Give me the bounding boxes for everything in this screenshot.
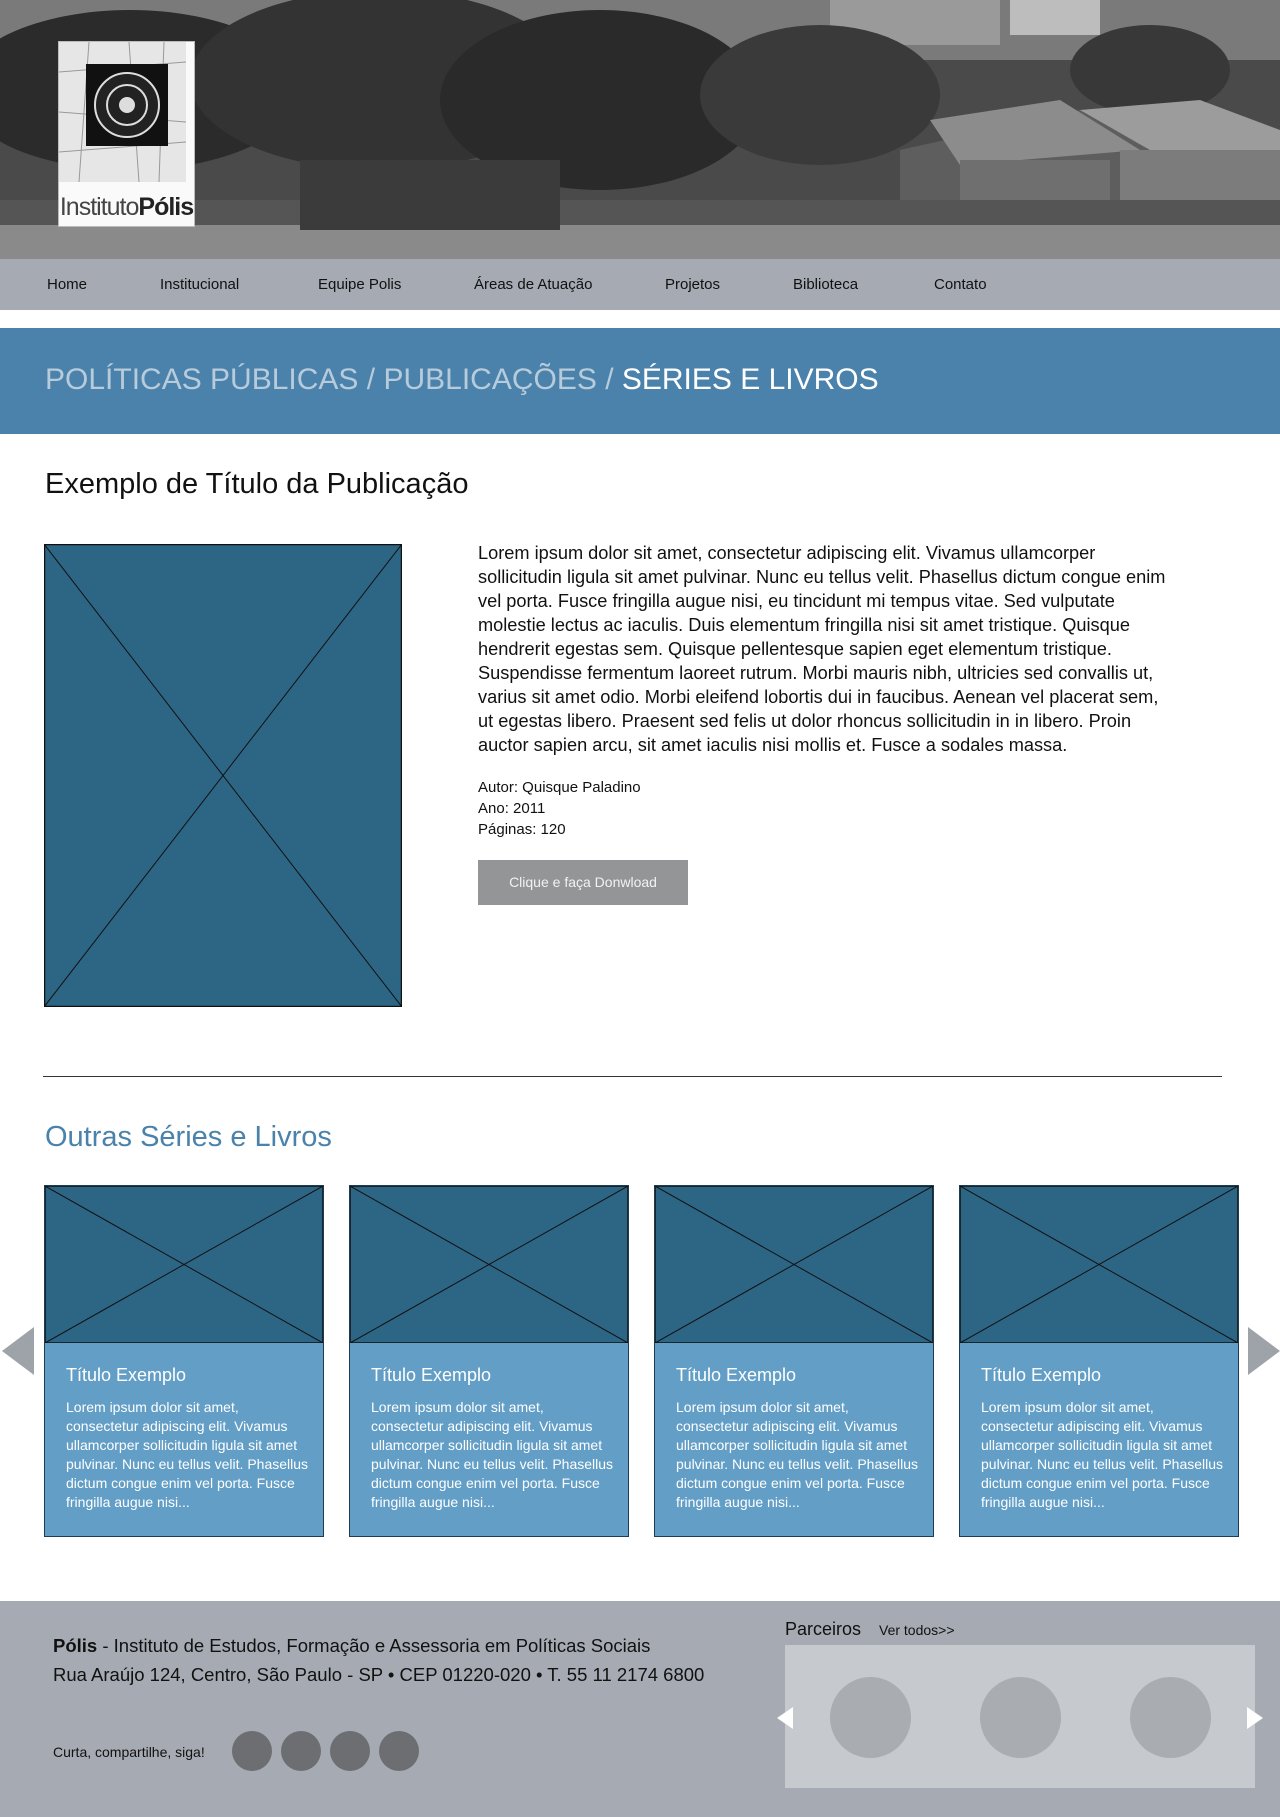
book-card[interactable]: Título Exemplo Lorem ipsum dolor sit ame…: [959, 1185, 1239, 1537]
carousel-prev-arrow-icon[interactable]: [2, 1327, 34, 1375]
other-series-title: Outras Séries e Livros: [45, 1121, 332, 1153]
book-card-title: Título Exemplo: [66, 1365, 187, 1385]
nav-institucional[interactable]: Institucional: [160, 276, 239, 293]
publication-cover-image: [44, 544, 402, 1007]
social-icon[interactable]: [379, 1731, 419, 1771]
footer-org: Pólis - Instituto de Estudos, Formação e…: [53, 1635, 650, 1657]
breadcrumb-item-politicas-publicas[interactable]: POLÍTICAS PÚBLICAS: [45, 363, 358, 396]
breadcrumb: POLÍTICAS PÚBLICAS / PUBLICAÇÕES / SÉRIE…: [45, 363, 879, 397]
book-card-title: Título Exemplo: [371, 1365, 492, 1385]
header-banner: InstitutoPólis: [0, 0, 1280, 259]
book-card-excerpt: Lorem ipsum dolor sit amet, consectetur …: [981, 1399, 1224, 1510]
partners-see-all-link[interactable]: Ver todos>>: [879, 1622, 955, 1638]
partner-logo[interactable]: [830, 1677, 911, 1758]
nav-projetos[interactable]: Projetos: [665, 276, 720, 293]
book-card-image: [350, 1186, 628, 1343]
nav-equipe-polis[interactable]: Equipe Polis: [318, 276, 401, 293]
download-button[interactable]: Clique e faça Donwload: [478, 860, 688, 905]
logo-text: InstitutoPólis: [59, 193, 194, 221]
breadcrumb-band: POLÍTICAS PÚBLICAS / PUBLICAÇÕES / SÉRIE…: [0, 328, 1280, 434]
footer: Pólis - Instituto de Estudos, Formação e…: [0, 1601, 1280, 1817]
breadcrumb-item-current: SÉRIES E LIVROS: [621, 363, 879, 396]
book-card-image: [960, 1186, 1238, 1343]
partner-logo[interactable]: [1130, 1677, 1211, 1758]
book-card-excerpt: Lorem ipsum dolor sit amet, consectetur …: [66, 1399, 309, 1510]
logo-seal-icon: [59, 42, 186, 182]
nav-biblioteca[interactable]: Biblioteca: [793, 276, 858, 293]
partners-prev-arrow-icon[interactable]: [777, 1707, 793, 1729]
publication-pages: Páginas: 120: [478, 821, 566, 838]
partner-logo[interactable]: [980, 1677, 1061, 1758]
book-card-title: Título Exemplo: [981, 1365, 1102, 1385]
publication-year: Ano: 2011: [478, 800, 546, 817]
nav-contato[interactable]: Contato: [934, 276, 987, 293]
breadcrumb-separator: /: [358, 363, 384, 396]
book-card-image: [45, 1186, 323, 1343]
book-card-excerpt: Lorem ipsum dolor sit amet, consectetur …: [371, 1399, 614, 1510]
footer-org-name: Pólis: [53, 1635, 98, 1656]
book-card[interactable]: Título Exemplo Lorem ipsum dolor sit ame…: [654, 1185, 934, 1537]
breadcrumb-item-publicacoes[interactable]: PUBLICAÇÕES: [383, 363, 596, 396]
partners-next-arrow-icon[interactable]: [1247, 1707, 1263, 1729]
main-nav: Home Institucional Equipe Polis Áreas de…: [0, 259, 1280, 310]
nav-areas-de-atuacao[interactable]: Áreas de Atuação: [474, 276, 592, 293]
social-icon[interactable]: [281, 1731, 321, 1771]
breadcrumb-separator: /: [596, 363, 622, 396]
publication-author: Autor: Quisque Paladino: [478, 779, 641, 796]
publication-meta: Autor: Quisque Paladino Ano: 2011 Página…: [478, 777, 641, 840]
book-card[interactable]: Título Exemplo Lorem ipsum dolor sit ame…: [349, 1185, 629, 1537]
footer-org-desc: - Instituto de Estudos, Formação e Asses…: [97, 1635, 651, 1656]
book-card[interactable]: Título Exemplo Lorem ipsum dolor sit ame…: [44, 1185, 324, 1537]
partners-title: Parceiros: [785, 1619, 862, 1639]
carousel-next-arrow-icon[interactable]: [1248, 1327, 1280, 1375]
footer-address: Rua Araújo 124, Centro, São Paulo - SP •…: [53, 1664, 705, 1685]
book-card-title: Título Exemplo: [676, 1365, 797, 1385]
publication-description: Lorem ipsum dolor sit amet, consectetur …: [478, 543, 1166, 755]
social-label: Curta, compartilhe, siga!: [53, 1744, 205, 1760]
book-card-excerpt: Lorem ipsum dolor sit amet, consectetur …: [676, 1399, 919, 1510]
social-icon[interactable]: [330, 1731, 370, 1771]
nav-home[interactable]: Home: [47, 276, 87, 293]
publication-title: Exemplo de Título da Publicação: [45, 468, 469, 500]
instituto-polis-logo[interactable]: InstitutoPólis: [58, 41, 195, 227]
book-card-image: [655, 1186, 933, 1343]
section-divider: [43, 1076, 1222, 1077]
social-icon[interactable]: [232, 1731, 272, 1771]
